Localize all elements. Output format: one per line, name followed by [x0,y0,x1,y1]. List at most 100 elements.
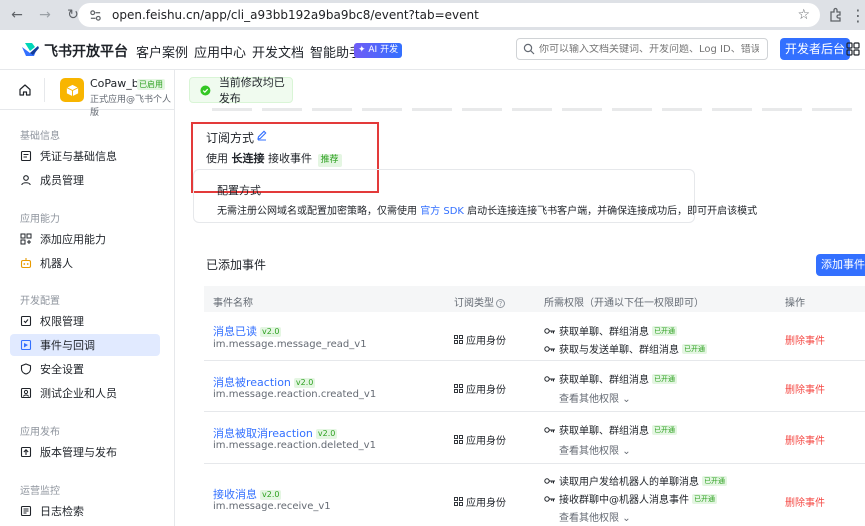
delete-event-button[interactable]: 删除事件 [785,381,825,396]
url-text[interactable]: open.feishu.cn/app/cli_a93bb192a9ba9bc8/… [112,8,479,22]
app-grid-icon[interactable] [846,42,860,56]
enabled-badge: 已开通 [652,373,677,384]
app-identity-icon [454,435,463,444]
developer-console-button[interactable]: 开发者后台 [780,38,851,60]
delete-event-button[interactable]: 删除事件 [785,494,825,509]
sidebar-item-add-capability[interactable]: 添加应用能力 [10,228,160,250]
delete-event-button[interactable]: 删除事件 [785,332,825,347]
divider [44,78,45,102]
browser-toolbar: ← → ↻ open.feishu.cn/app/cli_a93bb192a9b… [0,0,865,30]
key-icon [544,345,555,352]
subscription-mode: 使用 长连接 接收事件 推荐 [206,150,342,167]
sidebar-item-label: 凭证与基础信息 [40,150,117,163]
address-bar[interactable]: open.feishu.cn/app/cli_a93bb192a9ba9bc8/… [78,3,820,27]
sidebar-item-label: 测试企业和人员 [40,387,117,400]
browser-menu-icon[interactable]: ⋮ [850,6,865,25]
events-table-header: 事件名称 订阅类型? 所需权限（开通以下任一权限即可） 操作 [204,286,865,312]
added-events-title: 已添加事件 [206,258,267,272]
forward-arrow-icon[interactable]: → [34,4,56,26]
app-avatar[interactable] [60,78,84,102]
event-name-link[interactable]: 消息被reaction v2.0 [213,374,316,390]
key-icon [544,375,555,382]
search-input[interactable] [539,43,759,55]
sidebar-item-test-enterprise[interactable]: 测试企业和人员 [10,382,160,404]
site-info-icon[interactable] [88,8,102,22]
official-sdk-link[interactable]: 官方 SDK [420,206,464,217]
sidebar-item-credentials[interactable]: 凭证与基础信息 [10,145,160,167]
more-permissions-label: 查看其他权限 [559,446,619,457]
version-badge: v2.0 [293,378,316,388]
sidebar-item-label: 事件与回调 [40,339,95,352]
subscription-prefix: 使用 [206,152,228,165]
nav-app-center[interactable]: 应用中心 [194,42,246,61]
upload-icon [20,446,32,458]
recommend-badge: 推荐 [317,154,342,167]
cube-icon [66,84,78,96]
version-badge: v2.0 [315,429,338,439]
app-identity-icon [454,384,463,393]
subscription-title: 订阅方式 [206,131,255,145]
permission-item: 获取与发送单聊、群组消息 已开通 [544,341,707,356]
view-more-permissions[interactable]: 查看其他权限 ⌄ [559,509,631,524]
sidebar-item-version-release[interactable]: 版本管理与发布 [10,441,160,463]
subscription-type: 应用身份 [454,432,506,447]
ai-dev-badge: ✦ AI 开发 [354,43,403,58]
sidebar: CoPaw_bot 已启用 正式应用@飞书个人版 基础信息 凭证与基础信息 成员… [0,70,175,526]
event-name-link[interactable]: 消息被取消reaction v2.0 [213,425,338,441]
event-name-link[interactable]: 消息已读 v2.0 [213,323,282,339]
help-question-icon[interactable]: ? [496,299,505,308]
view-more-permissions[interactable]: 查看其他权限 ⌄ [559,442,631,457]
bookmark-star-icon[interactable]: ☆ [797,7,810,23]
config-method-title: 配置方式 [217,184,261,197]
delete-event-button[interactable]: 删除事件 [785,432,825,447]
permission-item: 获取单聊、群组消息 已开通 [544,323,677,338]
robot-icon [20,258,32,269]
add-event-button[interactable]: 添加事件 [816,254,865,276]
sidebar-item-security[interactable]: 安全设置 [10,358,160,380]
permission-item: 获取单聊、群组消息 已开通 [544,422,677,437]
section-app-release: 应用发布 [20,427,60,438]
permission-label: 接收群聊中@机器人消息事件 [559,495,689,506]
sidebar-item-permissions[interactable]: 权限管理 [10,310,160,332]
sidebar-item-label: 机器人 [40,257,73,270]
permission-item: 读取用户发给机器人的单聊消息 已开通 [544,473,727,488]
sidebar-item-members[interactable]: 成员管理 [10,169,160,191]
event-name-link[interactable]: 接收消息 v2.0 [213,486,282,502]
section-ops-monitor: 运营监控 [20,486,60,497]
event-name: 消息被取消reaction [213,427,313,440]
nav-dev-docs[interactable]: 开发文档 [252,42,304,61]
feishu-logo-icon[interactable] [20,40,40,60]
permission-label: 获取单聊、群组消息 [559,426,649,437]
home-icon[interactable] [18,83,32,97]
app-subtitle: 正式应用@飞书个人版 [90,95,172,118]
chevron-down-icon: ⌄ [622,513,631,524]
column-label: 订阅类型 [454,298,494,309]
extensions-icon[interactable] [828,7,844,23]
subscription-suffix: 接收事件 [268,152,312,165]
sidebar-item-events-callbacks[interactable]: 事件与回调 [10,334,160,356]
table-row: 消息被取消reaction v2.0 im.message.reaction.de… [204,412,865,464]
sidebar-item-log-search[interactable]: 日志检索 [10,500,160,522]
table-row: 接收消息 v2.0 im.message.receive_v1 应用身份 读取用户… [204,464,865,526]
section-dev-config: 开发配置 [20,296,60,307]
view-more-permissions[interactable]: 查看其他权限 ⌄ [559,390,631,405]
config-method-card: 配置方式 无需注册公网域名或配置加密策略，仅需使用 官方 SDK 启动长连接连接… [193,169,757,223]
more-permissions-label: 查看其他权限 [559,513,619,524]
subscription-type: 应用身份 [454,381,506,396]
sidebar-item-bot[interactable]: 机器人 [10,252,160,274]
subscription-type: 应用身份 [454,332,506,347]
user-icon [21,175,31,186]
nav-customer-cases[interactable]: 客户案例 [136,42,188,61]
key-icon [544,477,555,484]
column-actions: 操作 [785,298,805,309]
permission-item: 接收群聊中@机器人消息事件 已开通 [544,491,717,506]
brand-name[interactable]: 飞书开放平台 [44,41,128,61]
edit-pencil-icon[interactable] [256,129,268,141]
config-desc-part1: 无需注册公网域名或配置加密策略，仅需使用 [217,206,417,217]
publish-toast: 当前修改均已发布 [189,76,293,105]
section-app-capability: 应用能力 [20,214,60,225]
log-icon [20,505,32,517]
doc-search-box[interactable] [516,38,768,60]
enabled-badge: 已开通 [652,325,677,336]
back-arrow-icon[interactable]: ← [6,4,28,26]
